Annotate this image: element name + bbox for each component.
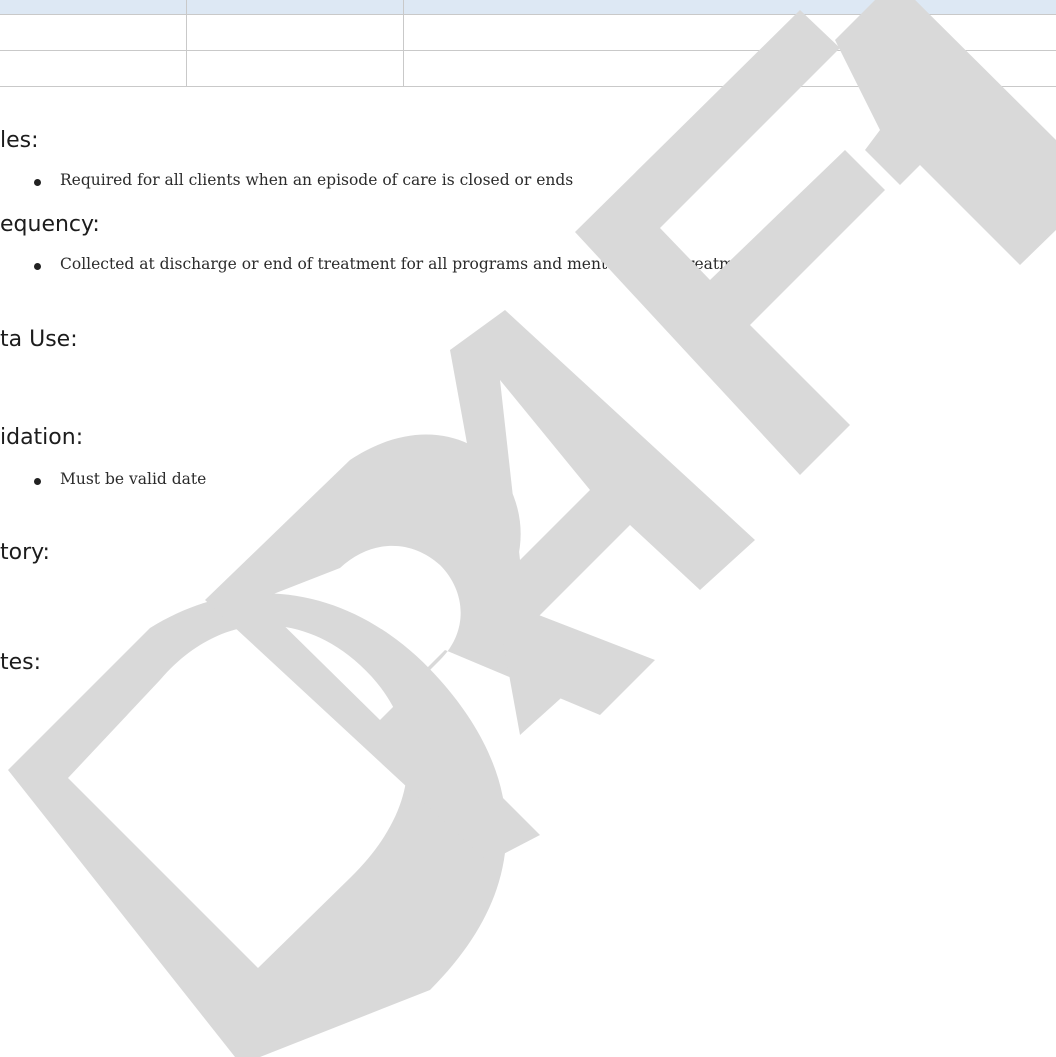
table-cell bbox=[403, 14, 1056, 51]
watermark-letter-d bbox=[8, 593, 507, 1057]
bullet-item: Must be valid date bbox=[34, 470, 207, 488]
bullet-item: Collected at discharge or end of treatme… bbox=[34, 255, 760, 273]
table-row bbox=[0, 14, 1056, 51]
table-header-cell bbox=[0, 0, 187, 15]
draft-watermark bbox=[8, 0, 1056, 1057]
section-heading-history: tory: bbox=[0, 540, 50, 565]
table-header-cell bbox=[186, 0, 404, 15]
bullet-text: Collected at discharge or end of treatme… bbox=[60, 255, 760, 273]
section-heading-frequency: equency: bbox=[0, 212, 100, 237]
table-cell bbox=[0, 50, 187, 87]
table-cell bbox=[186, 14, 404, 51]
section-heading-rules: les: bbox=[0, 128, 39, 153]
watermark-letter-r bbox=[205, 434, 655, 862]
bullet-text: Required for all clients when an episode… bbox=[60, 171, 574, 189]
section-heading-data-use: ta Use: bbox=[0, 327, 78, 352]
bullet-icon bbox=[34, 263, 41, 270]
table-cell bbox=[403, 50, 1056, 87]
bullet-icon bbox=[34, 179, 41, 186]
bullet-icon bbox=[34, 478, 41, 485]
table-row bbox=[0, 50, 1056, 87]
bullet-text: Must be valid date bbox=[60, 470, 207, 488]
section-heading-validation: idation: bbox=[0, 425, 84, 450]
table-header-cell bbox=[403, 0, 1056, 15]
table-header-row bbox=[0, 0, 1056, 15]
table-cell bbox=[0, 14, 187, 51]
document-page: les: Required for all clients when an ep… bbox=[0, 0, 1056, 1057]
watermark-letter-a bbox=[450, 310, 755, 735]
data-table-fragment bbox=[0, 0, 1056, 87]
table-cell bbox=[186, 50, 404, 87]
section-heading-notes: tes: bbox=[0, 650, 42, 675]
bullet-item: Required for all clients when an episode… bbox=[34, 171, 574, 189]
